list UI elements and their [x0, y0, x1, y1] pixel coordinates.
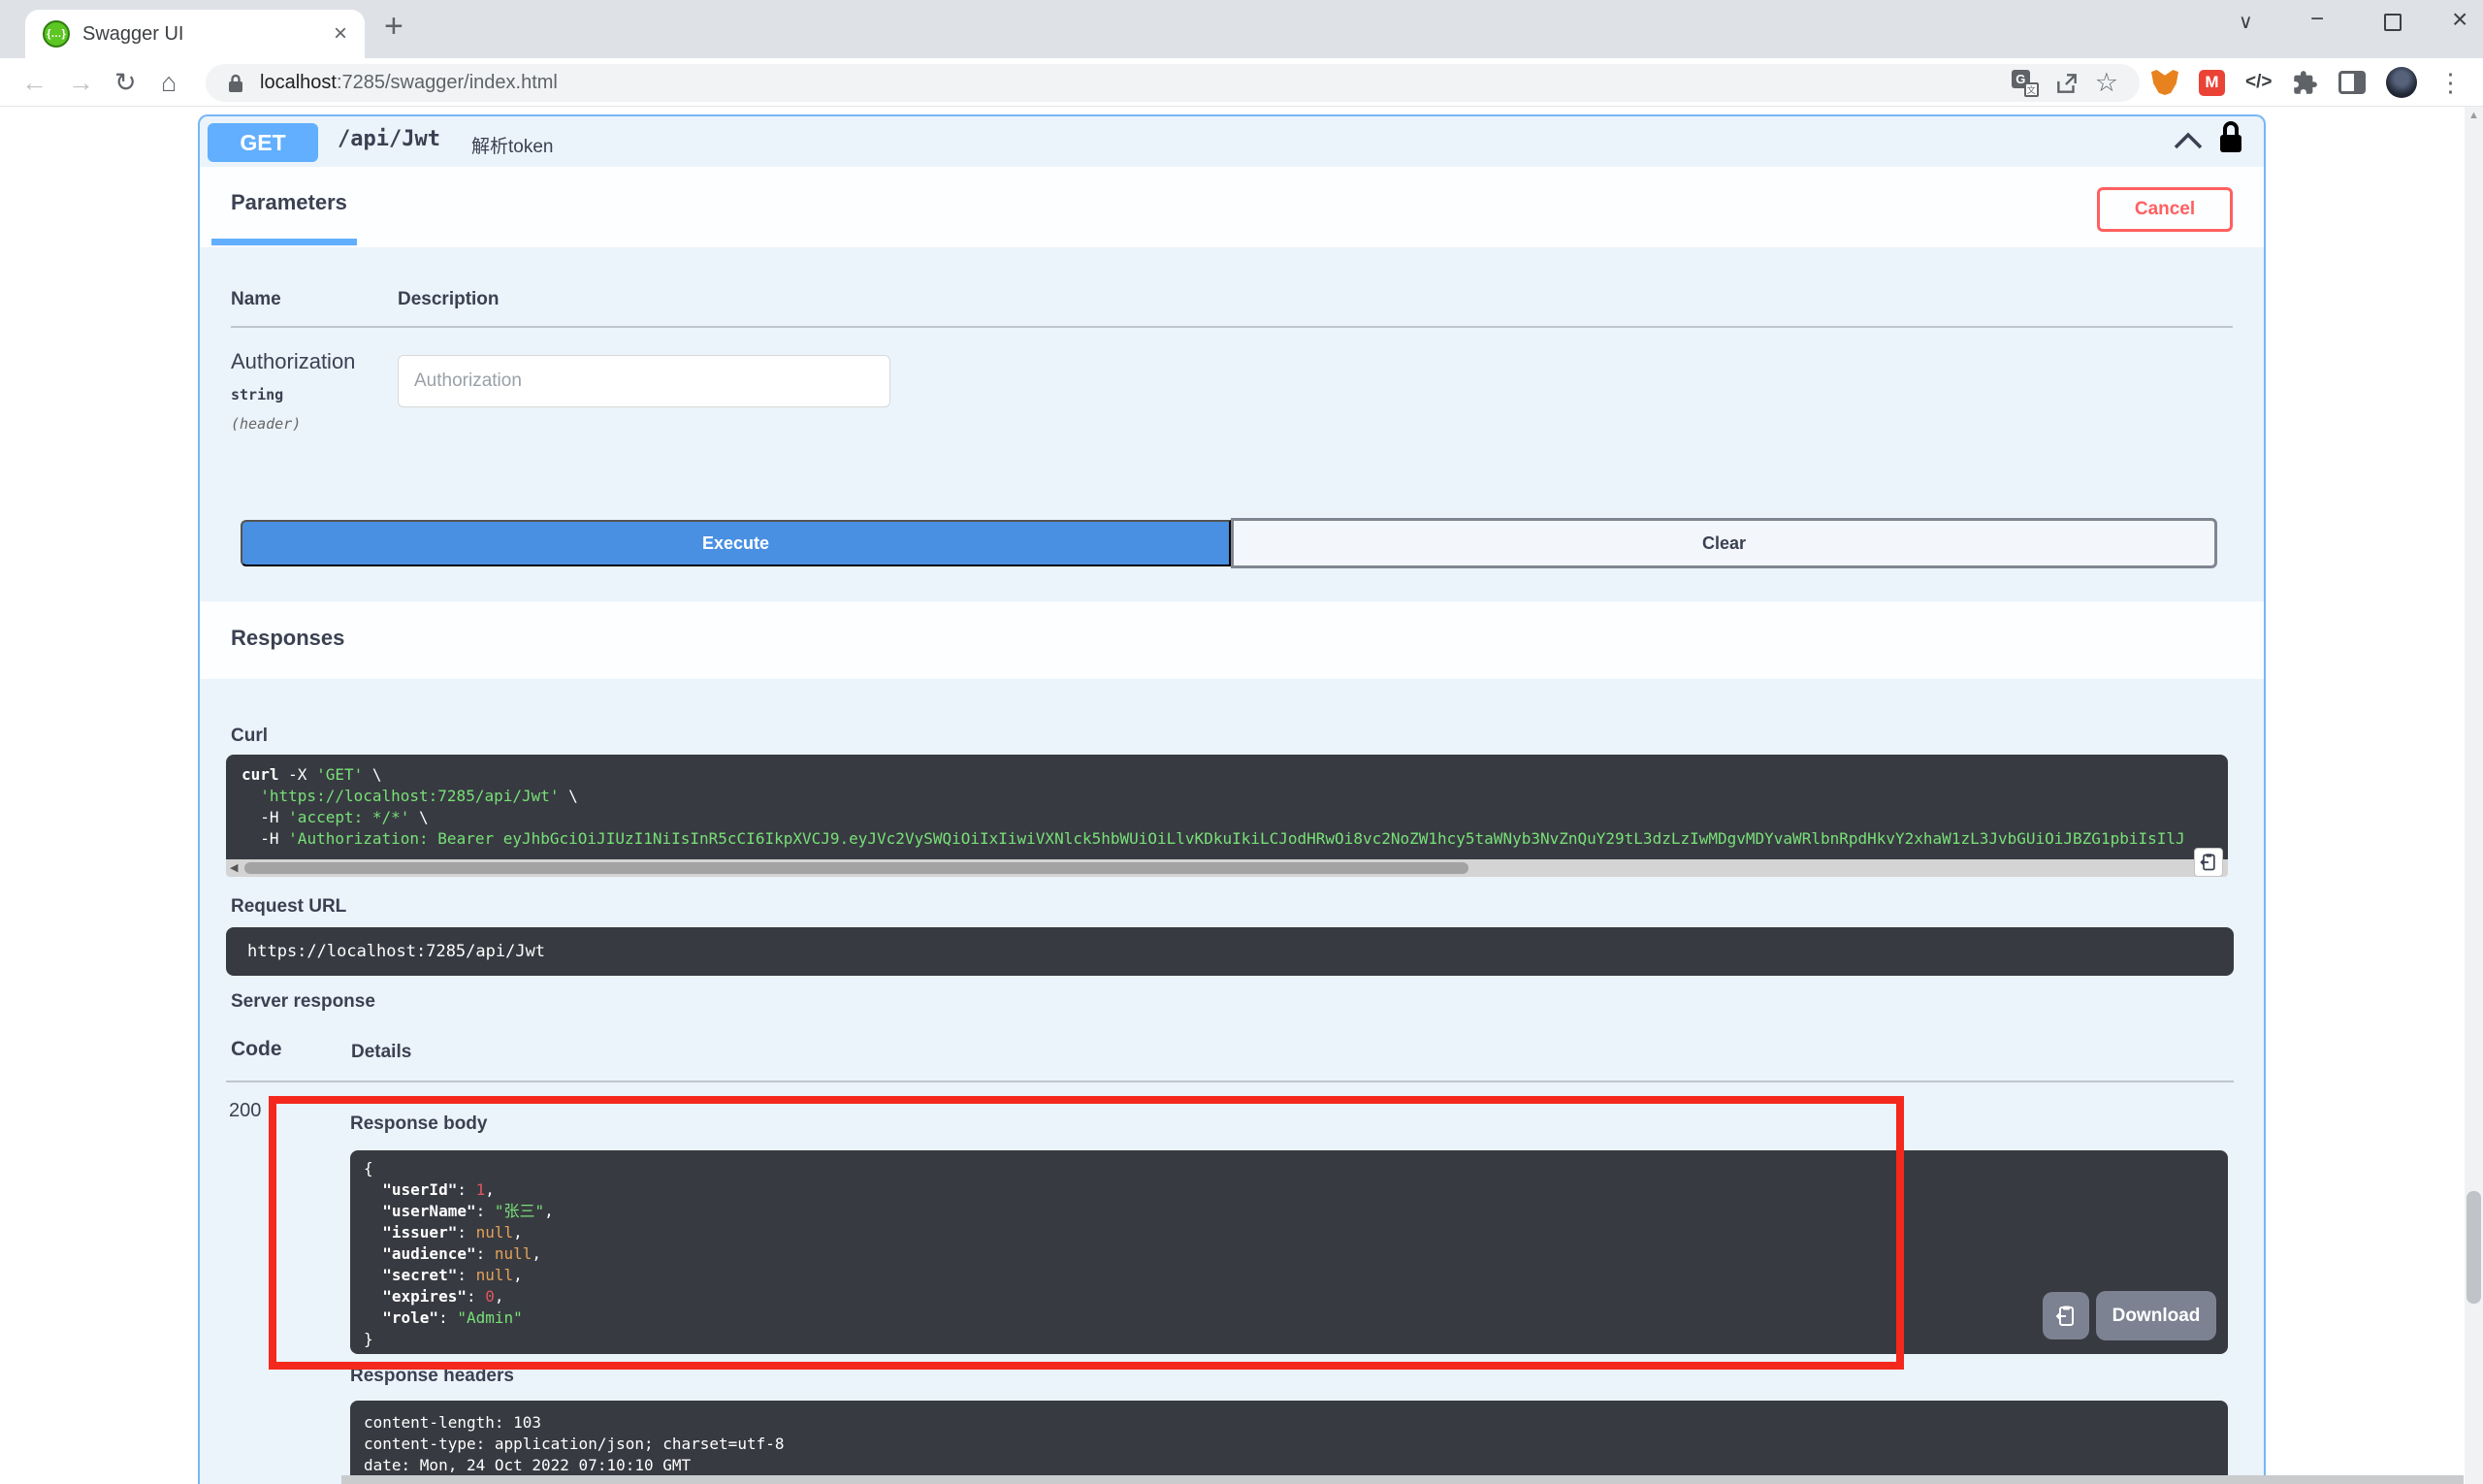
- bookmark-star-icon[interactable]: ☆: [2095, 70, 2118, 96]
- parameters-section-header: [200, 167, 2264, 247]
- request-url-label: Request URL: [231, 896, 347, 917]
- swagger-favicon-icon: {…}: [43, 20, 70, 48]
- url-path: :7285/swagger/index.html: [336, 72, 558, 93]
- clipboard-icon: [2055, 1306, 2074, 1326]
- auth-lock-icon[interactable]: [2217, 120, 2244, 155]
- status-code: 200: [229, 1100, 262, 1121]
- https-lock-icon: [229, 74, 242, 92]
- back-button-icon[interactable]: ←: [21, 58, 48, 107]
- url-host: localhost: [260, 72, 337, 93]
- column-header-code: Code: [231, 1038, 282, 1060]
- url-text: localhost:7285/swagger/index.html: [260, 72, 558, 94]
- browser-tab[interactable]: {…} Swagger UI ×: [25, 10, 365, 58]
- side-panel-fill: [2354, 74, 2364, 91]
- response-headers-block: content-length: 103 content-type: applica…: [350, 1401, 2228, 1484]
- download-button[interactable]: Download: [2096, 1291, 2216, 1340]
- forward-button-icon[interactable]: →: [68, 58, 94, 107]
- response-body-block[interactable]: { "userId": 1, "userName": "张三", "issuer…: [350, 1150, 2228, 1354]
- tab-title: Swagger UI: [82, 22, 184, 45]
- window-close-button[interactable]: ×: [2452, 4, 2467, 35]
- clipboard-icon: [2200, 854, 2215, 871]
- translate-icon[interactable]: G 文: [2011, 69, 2039, 97]
- collapse-chevron-up-icon[interactable]: [2173, 130, 2204, 151]
- address-bar[interactable]: localhost:7285/swagger/index.html G 文 ☆: [206, 64, 2140, 102]
- browser-window: {…} Swagger UI × + ∨ − × ← → ↻ ⌂ localho…: [0, 0, 2483, 1484]
- curl-copy-button[interactable]: [2194, 848, 2223, 877]
- browser-tab-bar: {…} Swagger UI × + ∨ − ×: [0, 0, 2483, 58]
- column-header-name: Name: [231, 289, 281, 309]
- scroll-left-arrow-icon[interactable]: ◀: [230, 861, 238, 874]
- param-type: string: [231, 386, 284, 403]
- cancel-button[interactable]: Cancel: [2097, 187, 2233, 232]
- share-icon[interactable]: [2054, 71, 2080, 96]
- execute-button[interactable]: Execute: [241, 520, 1231, 566]
- param-name: Authorization: [231, 349, 356, 373]
- endpoint-summary: 解析token: [471, 137, 554, 157]
- endpoint-path: /api/Jwt: [338, 127, 440, 151]
- response-body-label: Response body: [350, 1113, 488, 1134]
- maximize-button[interactable]: [2384, 14, 2402, 31]
- response-copy-button[interactable]: [2043, 1292, 2089, 1339]
- http-method-badge[interactable]: GET: [208, 123, 318, 162]
- extension-icons: M </> ⋮: [2151, 58, 2463, 107]
- column-header-details: Details: [351, 1042, 412, 1062]
- authorization-input[interactable]: [398, 355, 890, 407]
- tab-search-chevron-icon[interactable]: ∨: [2239, 10, 2253, 34]
- tab-close-icon[interactable]: ×: [334, 22, 347, 46]
- tab-parameters[interactable]: Parameters: [231, 190, 347, 215]
- page-scrollbar-thumb[interactable]: [2467, 1191, 2481, 1304]
- table-header-divider: [231, 326, 2233, 328]
- curl-scrollbar-thumb[interactable]: [244, 862, 1468, 874]
- reload-button-icon[interactable]: ↻: [114, 58, 137, 107]
- new-tab-button[interactable]: +: [384, 8, 403, 46]
- profile-avatar[interactable]: [2386, 67, 2418, 98]
- curl-label: Curl: [231, 726, 268, 746]
- response-table-divider: [226, 1081, 2234, 1082]
- responses-title: Responses: [231, 626, 345, 650]
- server-response-label: Server response: [231, 991, 375, 1012]
- request-url-value: https://localhost:7285/api/Jwt: [226, 927, 2234, 976]
- active-tab-underline: [211, 239, 357, 245]
- code-extension-icon[interactable]: </>: [2245, 72, 2272, 93]
- minimize-button[interactable]: −: [2310, 6, 2324, 33]
- browser-menu-icon[interactable]: ⋮: [2437, 68, 2463, 98]
- curl-command-block[interactable]: curl -X 'GET' \ 'https://localhost:7285/…: [226, 755, 2228, 859]
- extensions-puzzle-icon[interactable]: [2292, 70, 2318, 96]
- column-header-description: Description: [398, 289, 500, 309]
- scroll-up-arrow-icon[interactable]: ▲: [2468, 110, 2479, 121]
- response-headers-label: Response headers: [350, 1366, 514, 1386]
- responses-section-header: [200, 601, 2264, 679]
- side-panel-icon[interactable]: [2338, 71, 2367, 94]
- clear-button[interactable]: Clear: [1231, 518, 2217, 568]
- bottom-scrollbar[interactable]: [341, 1475, 2464, 1484]
- gmail-extension-icon[interactable]: M: [2199, 69, 2225, 96]
- home-button-icon[interactable]: ⌂: [161, 58, 177, 107]
- metamask-icon[interactable]: [2151, 70, 2178, 95]
- param-location: (header): [231, 415, 302, 433]
